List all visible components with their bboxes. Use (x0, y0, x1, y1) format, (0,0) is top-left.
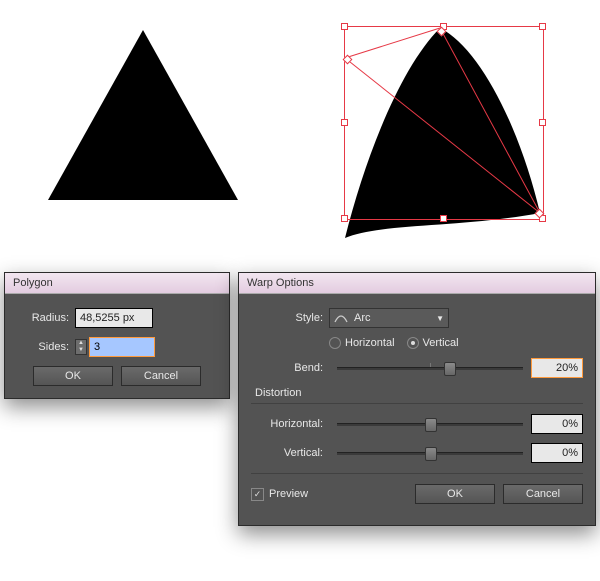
polygon-triangle (48, 30, 238, 200)
sides-label: Sides: (17, 341, 69, 353)
ok-button[interactable]: OK (415, 484, 495, 504)
bbox-handle[interactable] (341, 23, 348, 30)
warp-dialog: Warp Options Style: Arc ▼ Horizontal Ver… (238, 272, 596, 526)
polygon-title: Polygon (5, 273, 229, 294)
bbox-handle[interactable] (539, 23, 546, 30)
style-label: Style: (251, 312, 323, 324)
radius-label: Radius: (17, 312, 69, 324)
radius-input[interactable]: 48,5255 px (75, 308, 153, 328)
sides-spinner[interactable]: ▲▼ (75, 339, 87, 355)
preview-label: Preview (269, 488, 308, 500)
vertical-radio[interactable]: Vertical (407, 337, 459, 349)
bbox-handle[interactable] (539, 119, 546, 126)
distortion-heading: Distortion (255, 387, 583, 399)
bend-slider[interactable] (337, 361, 523, 375)
dh-slider[interactable] (337, 417, 523, 431)
canvas-area (0, 0, 600, 260)
chevron-down-icon: ▼ (436, 314, 444, 323)
style-value: Arc (354, 312, 371, 324)
bounding-box[interactable] (344, 26, 544, 220)
preview-checkbox[interactable]: ✓ (251, 488, 264, 501)
bbox-handle[interactable] (440, 215, 447, 222)
dv-value[interactable]: 0% (531, 443, 583, 463)
dh-label: Horizontal: (251, 418, 323, 430)
sides-input[interactable]: 3 (89, 337, 155, 357)
bend-value[interactable]: 20% (531, 358, 583, 378)
dv-label: Vertical: (251, 447, 323, 459)
dh-value[interactable]: 0% (531, 414, 583, 434)
cancel-button[interactable]: Cancel (503, 484, 583, 504)
horizontal-radio[interactable]: Horizontal (329, 337, 395, 349)
arc-icon (334, 313, 348, 323)
polygon-dialog: Polygon Radius: 48,5255 px Sides: ▲▼ 3 O… (4, 272, 230, 399)
ok-button[interactable]: OK (33, 366, 113, 386)
dv-slider[interactable] (337, 446, 523, 460)
bend-label: Bend: (251, 362, 323, 374)
warp-title: Warp Options (239, 273, 595, 294)
bbox-handle[interactable] (341, 119, 348, 126)
style-dropdown[interactable]: Arc ▼ (329, 308, 449, 328)
bbox-handle[interactable] (341, 215, 348, 222)
cancel-button[interactable]: Cancel (121, 366, 201, 386)
